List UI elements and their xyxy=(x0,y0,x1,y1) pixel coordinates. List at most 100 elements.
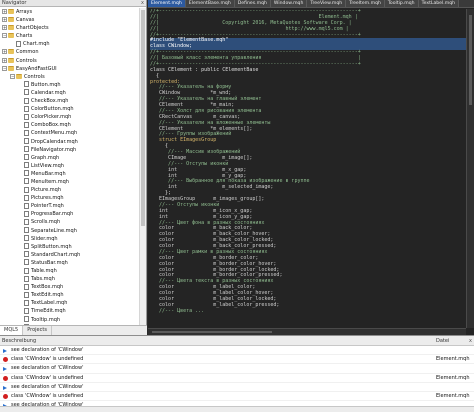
tree-item[interactable]: Calendar.mqh xyxy=(0,89,139,97)
folder-icon xyxy=(8,65,14,71)
tree-item[interactable]: MenuBar.mqh xyxy=(0,170,139,178)
tree-item[interactable]: TextBox.mqh xyxy=(0,283,139,291)
editor-tab[interactable]: Defines.mqh xyxy=(234,0,271,7)
file-icon xyxy=(24,316,29,323)
tree-item[interactable]: CheckBox.mqh xyxy=(0,97,139,105)
tree-item[interactable]: Button.mqh xyxy=(0,81,139,89)
tree-item[interactable]: + Arrays xyxy=(0,8,139,16)
expander-icon[interactable]: + xyxy=(2,17,7,23)
error-row[interactable]: class 'CWindow' is undefined Element.mqh xyxy=(0,392,474,402)
tree-item[interactable]: TextLabel.mqh xyxy=(0,299,139,307)
editor-tab[interactable]: TreeView.mqh xyxy=(307,0,347,7)
expander-icon[interactable]: + xyxy=(2,9,7,14)
tree-item-label: TextBox.mqh xyxy=(31,284,64,291)
tree-item[interactable]: ColorButton.mqh xyxy=(0,105,139,113)
error-icon xyxy=(3,357,8,363)
file-icon xyxy=(24,138,29,144)
file-icon xyxy=(24,259,29,266)
tree-item-label: ListView.mqh xyxy=(31,162,64,169)
tree-item[interactable]: FileNavigator.mqh xyxy=(0,146,139,154)
column-description[interactable]: Beschreibung xyxy=(2,336,36,346)
expander-icon[interactable]: − xyxy=(2,65,7,71)
tree-item[interactable]: Graph.mqh xyxy=(0,154,139,162)
tree-item[interactable]: ProgressBar.mqh xyxy=(0,210,139,218)
editor-tab[interactable]: Element.mqh xyxy=(148,0,186,7)
tree-item[interactable]: TimeEdit.mqh xyxy=(0,307,139,315)
error-file: Element.mqh xyxy=(436,356,470,363)
tree-item[interactable]: Tooltip.mqh xyxy=(0,316,139,324)
tree-item[interactable]: Pictures.mqh xyxy=(0,194,139,202)
folder-icon xyxy=(8,57,14,63)
navigator-title: Navigator xyxy=(2,0,27,6)
tree-item[interactable]: + Controls xyxy=(0,57,139,65)
tree-item[interactable]: Slider.mqh xyxy=(0,235,139,243)
file-tree[interactable]: + Arrays + Canvas + ChartObjects − Charts Chart.… xyxy=(0,8,139,325)
scrollbar-thumb[interactable] xyxy=(141,10,145,226)
tree-item[interactable]: TextEdit.mqh xyxy=(0,291,139,299)
tree-item[interactable]: SplitButton.mqh xyxy=(0,243,139,251)
editor-tab[interactable]: ElementBase.mqh xyxy=(185,0,235,7)
error-row[interactable]: see declaration of 'CWindow' xyxy=(0,383,474,392)
tree-item[interactable]: ListView.mqh xyxy=(0,162,139,170)
tree-item[interactable]: − EasyAndFastGUI xyxy=(0,65,139,73)
tree-item[interactable]: StatusBar.mqh xyxy=(0,259,139,267)
expander-icon[interactable]: + xyxy=(2,57,7,63)
editor-horizontal-scrollbar[interactable] xyxy=(148,328,466,335)
editor-vertical-scrollbar[interactable] xyxy=(466,9,474,328)
tree-item[interactable]: + Common xyxy=(0,48,139,56)
tree-item[interactable]: + Canvas xyxy=(0,16,139,24)
editor-tab[interactable]: TextLabel.mqh xyxy=(418,0,460,7)
tree-item[interactable]: − Controls xyxy=(0,73,139,81)
tab-projects[interactable]: Projects xyxy=(23,326,52,335)
close-icon[interactable]: x xyxy=(141,0,144,7)
code-area[interactable]: //+-------------------------------------… xyxy=(148,9,466,328)
file-icon xyxy=(24,162,29,169)
tree-item[interactable]: DropCalendar.mqh xyxy=(0,138,139,146)
file-icon xyxy=(24,210,29,217)
tree-item[interactable]: SeparateLine.mqh xyxy=(0,227,139,235)
file-icon xyxy=(24,194,29,201)
scrollbar-thumb[interactable] xyxy=(469,15,472,105)
editor-tab[interactable]: Tooltip.mqh xyxy=(384,0,419,7)
tab-mql5[interactable]: MQL5 xyxy=(0,326,24,335)
file-icon xyxy=(24,235,29,242)
scrollbar-thumb[interactable] xyxy=(152,331,272,333)
tree-item[interactable]: Table.mqh xyxy=(0,267,139,275)
column-file[interactable]: Datei xyxy=(436,336,449,346)
expander-icon[interactable]: − xyxy=(2,33,7,39)
expander-icon[interactable]: + xyxy=(2,49,7,55)
editor-tab[interactable]: Treeltem.mqh xyxy=(346,0,385,7)
editor-tab-bar: Element.mqh ElementBase.mqh Defines.mqh Win… xyxy=(148,0,474,8)
navigator-scrollbar[interactable] xyxy=(139,8,146,325)
tree-item[interactable]: ColorPicker.mqh xyxy=(0,113,139,121)
tree-item[interactable]: Scrolls.mqh xyxy=(0,218,139,226)
tree-item[interactable]: MenuItem.mqh xyxy=(0,178,139,186)
tree-item[interactable]: ComboBox.mqh xyxy=(0,121,139,129)
close-icon[interactable]: x xyxy=(469,336,472,346)
tree-item[interactable]: PointerT.mqh xyxy=(0,202,139,210)
tree-item[interactable]: StandardChart.mqh xyxy=(0,251,139,259)
error-list: see declaration of 'CWindow' class 'CWind… xyxy=(0,346,474,412)
folder-icon xyxy=(8,9,14,14)
tree-item-label: Scrolls.mqh xyxy=(31,219,61,226)
error-row[interactable]: class 'CWindow' is undefined Element.mqh xyxy=(0,355,474,365)
tree-item-label: DropCalendar.mqh xyxy=(31,138,78,145)
expander-icon[interactable]: − xyxy=(10,73,15,79)
tree-item[interactable]: Picture.mqh xyxy=(0,186,139,194)
tree-item-label: ProgressBar.mqh xyxy=(31,211,74,218)
file-icon xyxy=(24,178,29,185)
error-row[interactable]: see declaration of 'CWindow' xyxy=(0,364,474,374)
editor-tab[interactable]: Window.mqh xyxy=(270,0,308,7)
folder-icon xyxy=(8,49,14,55)
folder-icon xyxy=(8,17,14,23)
file-icon xyxy=(24,267,29,274)
tree-item[interactable]: − Charts xyxy=(0,32,139,40)
tree-item[interactable]: + ChartObjects xyxy=(0,24,139,32)
arrow-icon xyxy=(3,367,7,372)
tree-item[interactable]: Chart.mqh xyxy=(0,40,139,48)
tree-item[interactable]: ContextMenu.mqh xyxy=(0,129,139,137)
error-row[interactable]: see declaration of 'CWindow' xyxy=(0,346,474,356)
expander-icon[interactable]: + xyxy=(2,25,7,31)
error-row[interactable]: class 'CWindow' is undefined Element.mqh xyxy=(0,374,474,383)
tree-item[interactable]: Tabs.mqh xyxy=(0,275,139,283)
